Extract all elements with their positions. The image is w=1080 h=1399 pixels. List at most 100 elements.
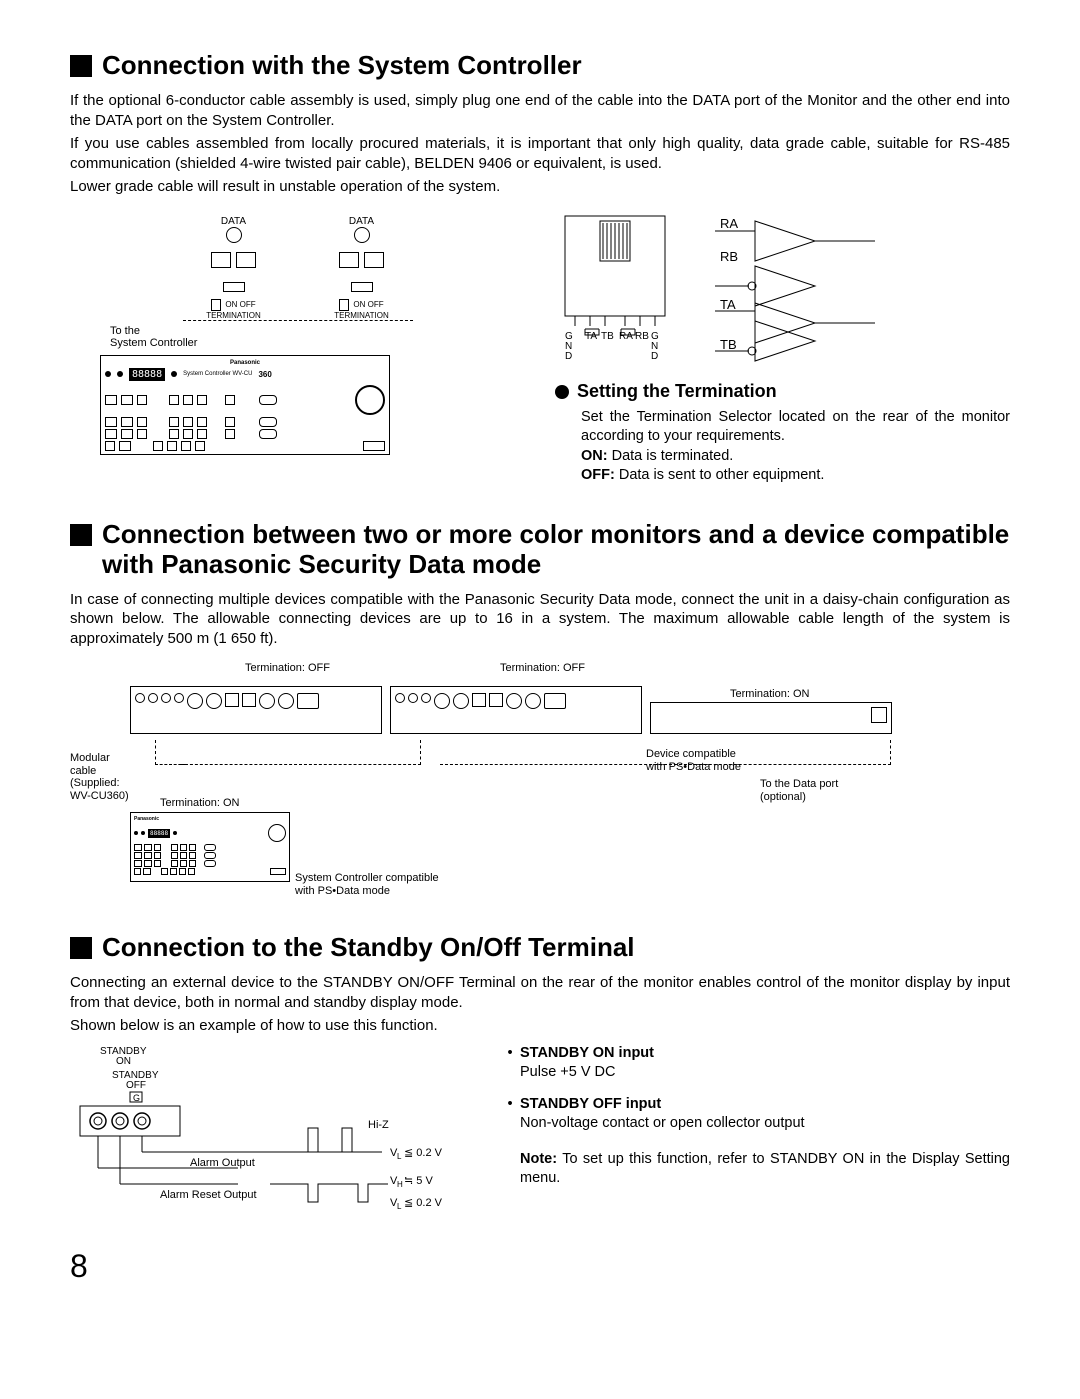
svg-text:Alarm Output: Alarm Output [190,1157,255,1169]
s1-p1: If the optional 6-conductor cable assemb… [70,91,1010,130]
term-on-label-2: Termination: ON [160,797,239,809]
s1-p2: If you use cables assembled from locally… [70,134,1010,173]
svg-text:TA: TA [585,331,597,342]
controller-display: 88888 [148,829,170,838]
svg-text:RB: RB [720,249,738,264]
sub-h-text: Setting the Termination [577,381,777,401]
connector-icon [354,227,370,243]
standby-on-h: STANDBY ON input [520,1045,654,1061]
on-line: ON: Data is terminated. [555,447,1010,467]
to-the-label: To the [110,325,525,337]
controller-num: 360 [258,370,271,379]
off-label: OFF: [581,467,615,483]
controller-model: System Controller WV-CU [183,371,252,377]
s3-p1: Connecting an external device to the STA… [70,973,1010,1012]
square-bullet-icon [70,55,92,77]
system-controller-label: System Controller [110,337,525,349]
note-label: Note: [520,1151,557,1167]
svg-text:RA: RA [619,331,633,342]
system-controller-device: Panasonic 88888 System Controller WV-CU … [100,355,390,455]
page-number: 8 [70,1248,1010,1285]
on-text: Data is terminated. [608,448,734,464]
standby-off-body: Non-voltage contact or open collector ou… [520,1115,805,1131]
data-label: DATA [184,216,284,227]
termination-label: TERMINATION [312,311,412,320]
monitor-back-1 [130,686,382,734]
square-bullet-icon [70,524,92,546]
square-bullet-icon [70,937,92,959]
heading-standby-terminal: Connection to the Standby On/Off Termina… [70,932,1010,963]
svg-text:H: H [397,1180,403,1189]
diagram-standby: STANDBY ON STANDBY OFF G [70,1044,470,1224]
diagram-termination: RA RB TA TB GND TATB RARB GND Setting th… [555,211,1010,486]
switch-icon [351,282,373,292]
term-off-label-1: Termination: OFF [245,662,330,674]
dash-conn [180,740,421,765]
connector-icon [226,227,242,243]
h1-text: Connection with the System Controller [102,50,582,81]
svg-text:G: G [133,1093,140,1103]
standby-description: • STANDBY ON input Pulse +5 V DC • STAND… [500,1044,1010,1224]
termination-label: TERMINATION [184,311,284,320]
svg-text:D: D [651,351,658,362]
standby-off-h: STANDBY OFF input [520,1096,661,1112]
term-on-label-1: Termination: ON [730,688,809,700]
panasonic-label: Panasonic [105,360,385,366]
data-port-left: DATA ON OFF TERMINATION [184,216,284,320]
standby-off-row: • STANDBY OFF input Non-voltage contact … [500,1095,1010,1134]
s2-p1: In case of connecting multiple devices c… [70,590,1010,649]
data-port-right: DATA ON OFF TERMINATION [312,216,412,320]
plug-icon [339,299,349,311]
off-text: Data is sent to other equipment. [615,467,825,483]
panasonic-label: Panasonic [134,816,286,822]
switch-icon [223,282,245,292]
standby-on-body: Pulse +5 V DC [520,1064,616,1080]
heading-multi-monitor: Connection between two or more color mon… [70,520,1010,580]
dashed-connector-line [183,320,413,321]
setting-termination-heading: Setting the Termination [555,381,1010,402]
monitor-back-2 [390,686,642,734]
controller-display: 88888 [129,368,165,381]
s1-p3: Lower grade cable will result in unstabl… [70,177,1010,197]
svg-text:RB: RB [635,331,649,342]
svg-text:Alarm Reset Output: Alarm Reset Output [160,1189,257,1201]
port-icon [364,252,384,268]
s3-p2: Shown below is an example of how to use … [70,1016,1010,1036]
device-compat-label: Device compatible with PS•Data mode [646,748,741,773]
port-icon [339,252,359,268]
svg-text:OFF: OFF [126,1080,146,1091]
termination-schematic: RA RB TA TB GND TATB RARB GND [555,211,995,371]
to-data-port-label: To the Data port (optional) [760,778,838,803]
svg-text:≦ 0.2 V: ≦ 0.2 V [404,1147,443,1159]
modular-cable-label: Modular cable (Supplied: WV-CU360) [70,752,129,803]
off-line: OFF: Data is sent to other equipment. [555,466,1010,486]
port-icon [211,252,231,268]
sys-compat-label: System Controller compatible with PS•Dat… [295,872,439,898]
svg-text:TB: TB [601,331,614,342]
standby-on-row: • STANDBY ON input Pulse +5 V DC [500,1044,1010,1083]
diagram-controller-connection: DATA ON OFF TERMINATION DATA [70,211,525,486]
data-label: DATA [312,216,412,227]
heading-connection-system-controller: Connection with the System Controller [70,50,1010,81]
h1-text: Connection to the Standby On/Off Termina… [102,932,635,963]
svg-text:≦ 0.2 V: ≦ 0.2 V [404,1197,443,1209]
svg-text:ON: ON [116,1056,131,1067]
svg-text:Hi-Z: Hi-Z [368,1119,389,1131]
device-compat-box [650,702,892,734]
svg-text:L: L [397,1202,402,1211]
diagram-daisy-chain: Termination: OFF Termination: OFF Termin… [70,662,1010,912]
svg-text:≒ 5 V: ≒ 5 V [404,1175,433,1187]
term-off-label-2: Termination: OFF [500,662,585,674]
on-label: ON: [581,448,608,464]
dot-bullet-icon [555,385,569,399]
svg-text:TB: TB [720,337,737,352]
port-icon [236,252,256,268]
onoff-label: ON OFF [225,300,255,309]
svg-text:D: D [565,351,572,362]
note-body: To set up this function, refer to STANDB… [520,1151,1010,1187]
h1-text: Connection between two or more color mon… [102,520,1010,580]
controller-small: Panasonic 88888 [130,812,290,882]
onoff-label: ON OFF [353,300,383,309]
svg-text:RA: RA [720,216,738,231]
setting-body: Set the Termination Selector located on … [555,408,1010,447]
